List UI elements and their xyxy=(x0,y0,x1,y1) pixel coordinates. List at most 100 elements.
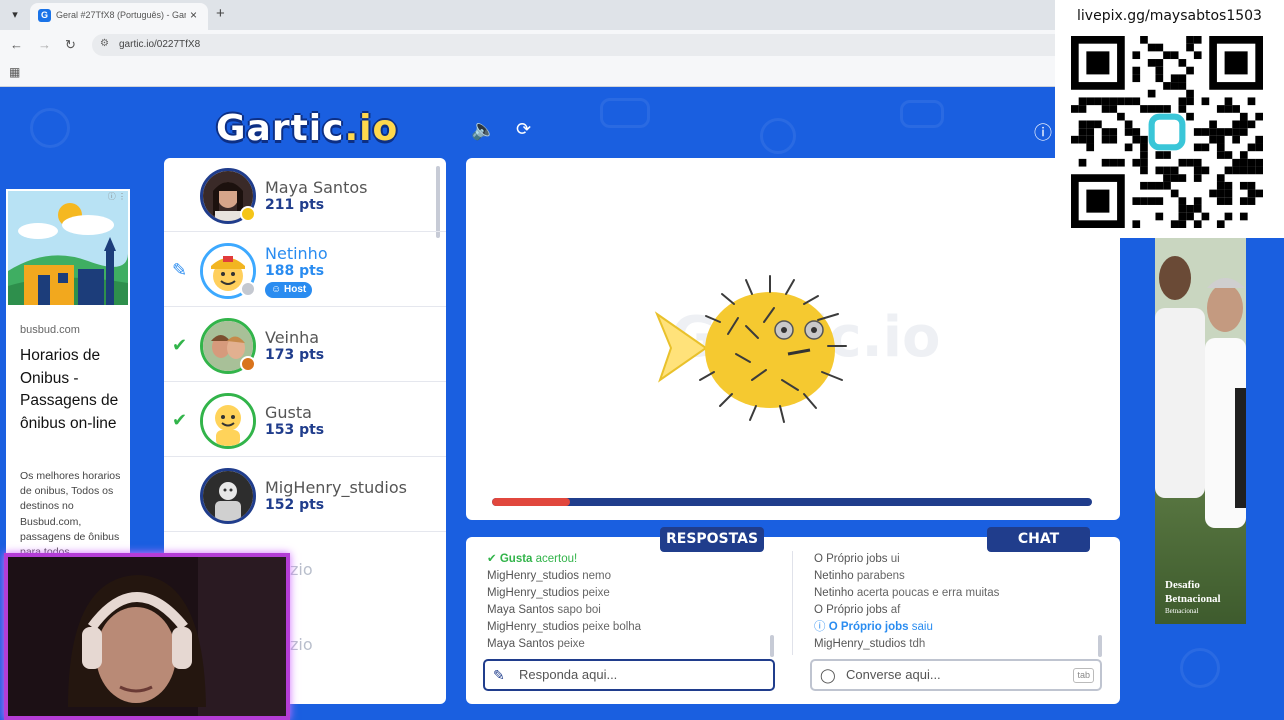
ad-title[interactable]: Horarios de Onibus - Passagens de ônibus… xyxy=(20,345,124,435)
player-row: MigHenry_studios 152 pts xyxy=(164,458,446,532)
answer-placeholder: Responda aqui... xyxy=(519,667,618,682)
livepix-qr-overlay: livepix.gg/maysabtos1503 xyxy=(1055,0,1284,238)
ad-choices-icon[interactable]: ⓘ ⋮ xyxy=(108,191,126,202)
chat-list: O Próprio jobs ui Netinho parabens Netinho… xyxy=(814,551,1104,653)
speaker-icon[interactable]: 🔈 xyxy=(471,117,496,142)
player-points: 211 pts xyxy=(265,197,325,213)
message-row: Maya Santos peixe xyxy=(487,636,777,653)
avatar xyxy=(200,393,256,449)
drawing-canvas[interactable]: Gartic.io xyxy=(466,158,1120,520)
status-dot xyxy=(240,206,256,222)
ad-title: Desafio Betnacional xyxy=(1165,579,1221,605)
player-points: 173 pts xyxy=(265,347,325,363)
site-settings-icon[interactable]: ⚙ xyxy=(100,38,109,49)
reload-icon[interactable]: ↻ xyxy=(65,37,76,53)
faded-player-name: zio xyxy=(290,560,313,579)
share-icon[interactable]: ⟳ xyxy=(516,119,531,140)
player-name: Veinha xyxy=(265,328,320,347)
tab-search-chevron-icon[interactable]: ▾ xyxy=(6,6,24,24)
back-arrow-icon[interactable]: ← xyxy=(10,37,23,52)
message-user: O Próprio jobs xyxy=(828,621,909,633)
ad-domain: busbud.com xyxy=(20,324,80,336)
chat-placeholder: Converse aqui... xyxy=(846,667,941,682)
player-name: MigHenry_studios xyxy=(265,478,407,497)
avatar xyxy=(200,468,256,524)
pufferfish-drawing: Gartic.io xyxy=(654,275,940,423)
message-text: peixe xyxy=(582,587,610,599)
message-row: MigHenry_studios peixe bolha xyxy=(487,619,777,636)
message-text: ui xyxy=(890,553,900,565)
message-user: Gusta xyxy=(499,553,533,565)
message-text: peixe bolha xyxy=(582,621,642,633)
host-badge: ☺ Host xyxy=(265,282,313,298)
message-text: nemo xyxy=(582,570,612,582)
message-text: acertou! xyxy=(535,553,578,565)
timer-fill xyxy=(492,498,570,506)
forward-arrow-icon[interactable]: → xyxy=(38,37,51,52)
player-points: 188 pts xyxy=(265,263,325,279)
message-row: Maya Santos sapo boi xyxy=(487,602,777,619)
gartic-favicon-icon: G xyxy=(38,9,51,22)
player-points: 152 pts xyxy=(265,497,325,513)
message-row: MigHenry_studios nemo xyxy=(487,568,777,585)
answer-input[interactable]: ✎ Responda aqui... xyxy=(483,659,775,691)
message-text: saiu xyxy=(911,621,933,633)
message-user: Netinho xyxy=(814,587,854,599)
player-points: 153 pts xyxy=(265,422,325,438)
address-bar[interactable]: ⚙ gartic.io/0227TfX8 xyxy=(92,34,1092,56)
message-text: peixe xyxy=(557,638,585,650)
player-row: ✔ Gusta 153 pts xyxy=(164,383,446,457)
message-row: ✔ Gusta acertou! xyxy=(487,551,777,568)
qr-url: livepix.gg/maysabtos1503 xyxy=(1077,8,1262,24)
pencil-icon: ✎ xyxy=(493,667,505,683)
tab-key-hint: tab xyxy=(1073,668,1094,683)
ad-photo xyxy=(1155,238,1246,528)
apps-grid-icon[interactable]: ▦ xyxy=(9,65,20,79)
info-icon[interactable]: ⓘ xyxy=(1034,119,1052,145)
message-user: MigHenry_studios xyxy=(814,638,907,650)
answers-label: RESPOSTAS xyxy=(660,527,764,552)
message-row: MigHenry_studios tdh xyxy=(814,636,1104,653)
webcam-overlay xyxy=(4,553,290,720)
message-row: O Próprio jobs ui xyxy=(814,551,1104,568)
ad-betnacional[interactable]: Desafio Betnacional Betnacional xyxy=(1155,238,1246,624)
chat-input[interactable]: ◯ Converse aqui... tab xyxy=(810,659,1102,691)
ad-busbud[interactable]: ⓘ ⋮ busbud.com Horarios de Onibus - Pass… xyxy=(6,189,130,561)
message-user: MigHenry_studios xyxy=(487,587,580,599)
ad-subtitle: Betnacional xyxy=(1165,607,1199,615)
answers-scrollbar[interactable] xyxy=(770,635,774,657)
message-text: af xyxy=(890,604,901,616)
message-user: MigHenry_studios xyxy=(487,570,580,582)
ad-image xyxy=(8,191,128,305)
new-tab-plus-icon[interactable]: + xyxy=(216,5,225,22)
message-user: O Próprio jobs xyxy=(814,553,888,565)
player-row: ✎ Netinho 188 pts ☺ Host xyxy=(164,233,446,307)
info-icon: ⓘ xyxy=(814,621,829,633)
panel-divider xyxy=(792,551,793,655)
message-row: MigHenry_studios peixe xyxy=(487,585,777,602)
tab-title: Geral #27TfX8 (Português) - Gar xyxy=(56,10,186,20)
message-text: sapo boi xyxy=(557,604,601,616)
message-row: O Próprio jobs af xyxy=(814,602,1104,619)
browser-tab[interactable]: G Geral #27TfX8 (Português) - Gar × xyxy=(30,3,208,30)
message-user: Maya Santos xyxy=(487,604,555,616)
answers-list: ✔ Gusta acertou! MigHenry_studios nemo Mig… xyxy=(487,551,777,653)
chat-scrollbar[interactable] xyxy=(1098,635,1102,657)
message-text: acerta poucas e erra muitas xyxy=(856,587,1000,599)
close-icon[interactable]: × xyxy=(190,8,197,22)
qr-code-icon xyxy=(1071,36,1263,228)
player-name: Netinho xyxy=(265,244,328,263)
message-user: Netinho xyxy=(814,570,854,582)
message-user: Maya Santos xyxy=(487,638,555,650)
check-icon: ✔ xyxy=(172,410,188,430)
message-text: parabens xyxy=(856,570,905,582)
message-user: MigHenry_studios xyxy=(487,621,580,633)
status-dot xyxy=(240,281,256,297)
webcam-feed xyxy=(8,557,286,716)
message-row: Netinho parabens xyxy=(814,568,1104,585)
chat-bubble-icon: ◯ xyxy=(820,667,836,683)
gartic-logo: Gartic.io xyxy=(216,108,399,149)
chat-label: CHAT xyxy=(987,527,1090,552)
message-user: O Próprio jobs xyxy=(814,604,888,616)
round-timer-bar xyxy=(492,498,1092,506)
